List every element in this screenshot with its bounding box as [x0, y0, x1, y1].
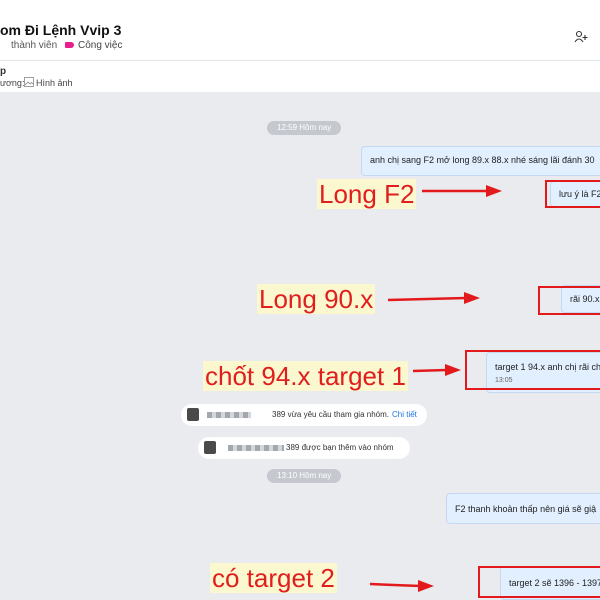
time-badge: 13:10 Hôm nay	[267, 469, 342, 483]
avatar	[187, 408, 199, 421]
tag-text: Công việc	[78, 40, 123, 51]
details-link[interactable]: Chi tiết	[392, 410, 417, 419]
image-link[interactable]: Hình ảnh	[36, 78, 73, 88]
system-notice: 389 vừa yêu cầu tham gia nhóm. Chi tiết	[181, 404, 427, 426]
arrow-icon	[369, 580, 434, 592]
message-text: F2 thanh khoản thấp nên giá sẽ giậ	[455, 504, 597, 514]
board-prefix: ương:	[0, 78, 25, 88]
highlight-box	[478, 566, 600, 598]
header-divider	[0, 60, 600, 61]
highlight-box	[545, 180, 600, 208]
members-link[interactable]: thành viên	[11, 40, 57, 51]
notice-text: 389 vừa yêu cầu tham gia nhóm.	[272, 410, 389, 419]
group-title[interactable]: om Đi Lệnh Vvip 3	[0, 22, 121, 38]
tag-label[interactable]: Công việc	[65, 40, 122, 51]
avatar	[204, 441, 216, 454]
image-icon	[24, 77, 34, 87]
highlight-box	[538, 286, 600, 315]
message-bubble[interactable]: anh chị sang F2 mở long 89.x 88.x nhé sá…	[361, 146, 600, 176]
notice-text: 389 được bạn thêm vào nhóm	[286, 443, 394, 452]
blurred-name	[207, 412, 251, 418]
board-label: p	[0, 66, 7, 77]
arrow-icon	[387, 292, 480, 304]
time-badge: 12:59 Hôm nay	[267, 121, 342, 135]
add-member-icon[interactable]	[574, 30, 588, 44]
annotation-label: Long F2	[317, 179, 417, 209]
message-text: anh chị sang F2 mở long 89.x 88.x nhé sá…	[370, 155, 595, 165]
annotation-label: có target 2	[210, 563, 337, 593]
annotation-label: Long 90.x	[257, 284, 376, 314]
arrow-icon	[422, 185, 502, 197]
chat-header: om Đi Lệnh Vvip 3 thành viên Công việc p…	[0, 0, 600, 92]
system-notice: 389 được bạn thêm vào nhóm	[198, 437, 410, 459]
blurred-name	[228, 445, 284, 451]
arrow-icon	[412, 364, 461, 376]
highlight-box	[465, 350, 600, 390]
message-bubble[interactable]: F2 thanh khoản thấp nên giá sẽ giậ	[446, 493, 600, 524]
tag-icon	[65, 42, 74, 49]
annotation-label: chốt 94.x target 1	[203, 361, 408, 391]
